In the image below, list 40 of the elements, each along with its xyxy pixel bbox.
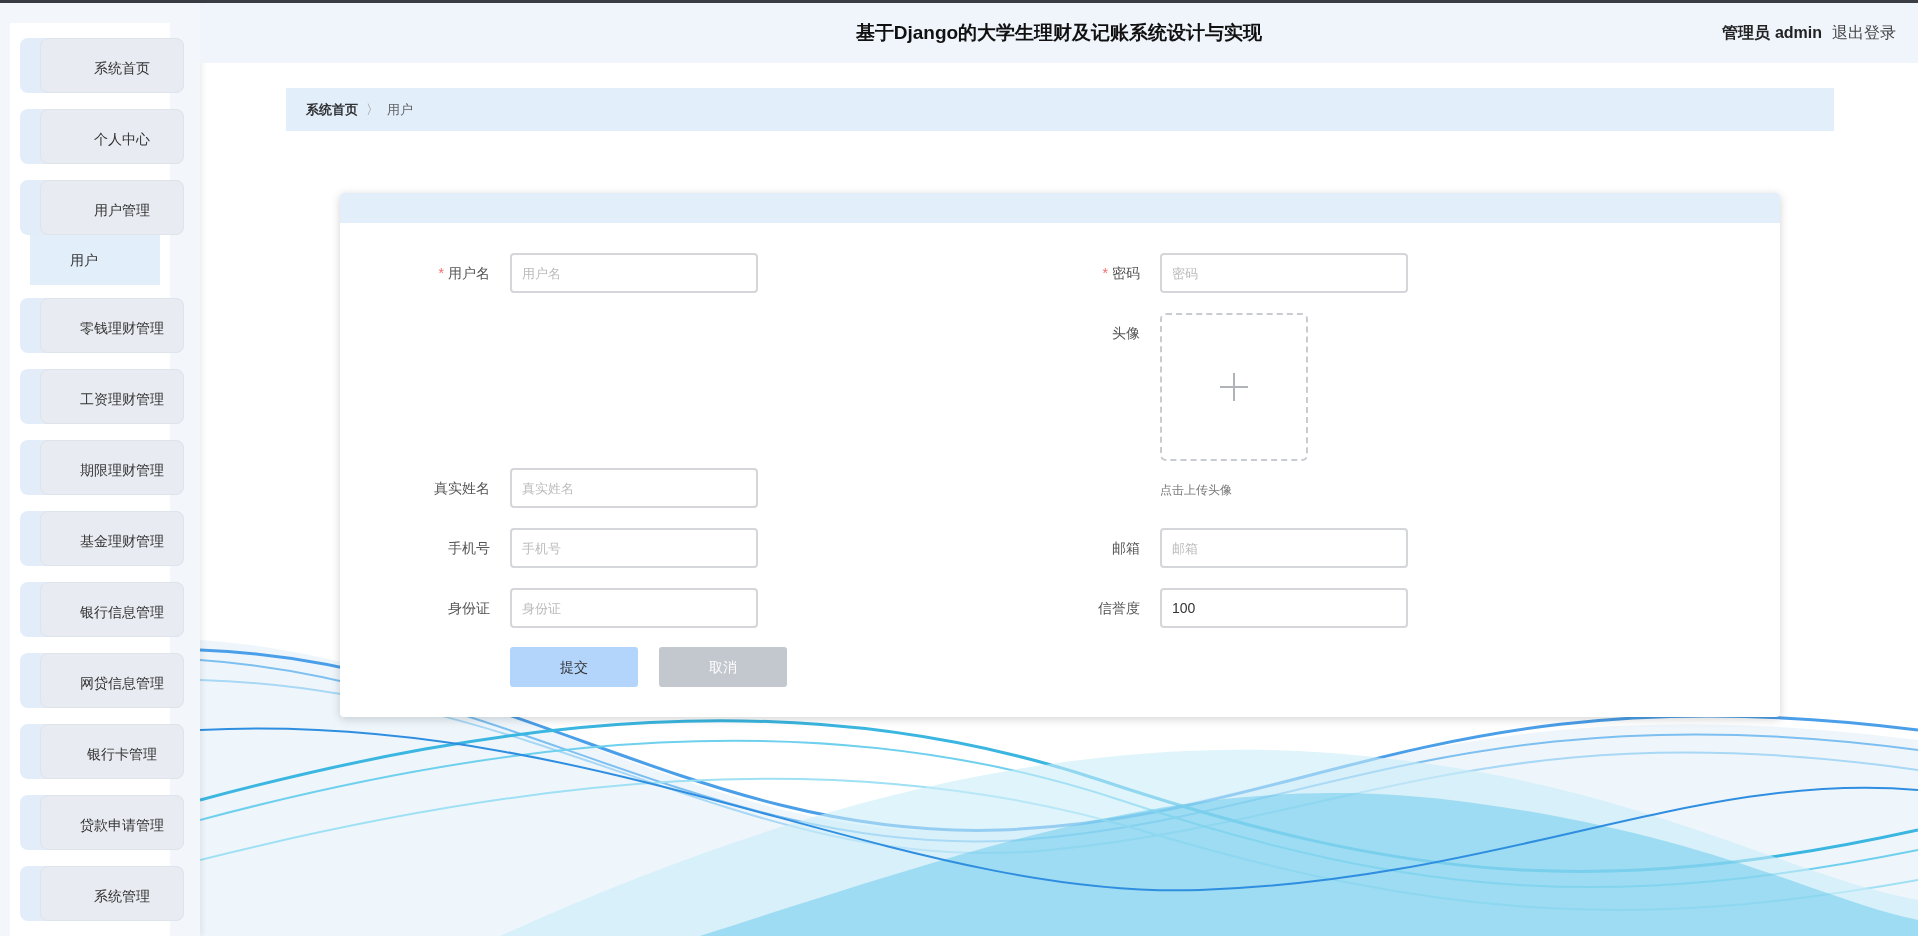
plus-icon [1220, 373, 1248, 401]
menu-item[interactable]: 系统首页 [20, 38, 184, 93]
text-field[interactable]: 身份证 [510, 588, 758, 628]
user-name: 管理员 admin [1722, 23, 1822, 43]
field-label: 邮箱 [1112, 538, 1140, 558]
menu-item[interactable]: 系统管理 [20, 866, 184, 921]
submenu-item[interactable]: 用户 [30, 235, 160, 285]
field-label: 密码 [1112, 263, 1140, 283]
text-field[interactable]: 用户名 [510, 253, 758, 293]
field-label: 头像 [1112, 323, 1140, 343]
form-button[interactable]: 提交 [510, 647, 638, 687]
menu-item[interactable]: 零钱理财管理 [20, 298, 184, 353]
logout-link[interactable]: 退出登录 [1832, 21, 1896, 45]
menu-item[interactable]: 基金理财管理 [20, 511, 184, 566]
text-field[interactable]: 手机号 [510, 528, 758, 568]
image-upload[interactable] [1160, 313, 1308, 461]
field-label: 手机号 [448, 538, 490, 558]
menu-item[interactable]: 网贷信息管理 [20, 653, 184, 708]
menu-item[interactable]: 工资理财管理 [20, 369, 184, 424]
menu-item[interactable]: 贷款申请管理 [20, 795, 184, 850]
field-label: 信誉度 [1098, 598, 1140, 618]
field-label: 用户名 [448, 263, 490, 283]
text-field[interactable]: 100 [1160, 588, 1408, 628]
menu-item[interactable]: 银行信息管理 [20, 582, 184, 637]
required-mark: * [1102, 263, 1108, 283]
upload-hint: 点击上传头像 [1160, 482, 1233, 499]
breadcrumb-link[interactable]: 系统首页 [306, 99, 358, 120]
menu-item[interactable]: 期限理财管理 [20, 440, 184, 495]
field-label: 身份证 [448, 598, 490, 618]
text-field[interactable]: 真实姓名 [510, 468, 758, 508]
app-title: 基于Django的大学生理财及记账系统设计与实现 [855, 20, 1263, 45]
required-mark: * [438, 263, 444, 283]
text-field[interactable]: 邮箱 [1160, 528, 1408, 568]
field-label: 真实姓名 [434, 478, 490, 498]
breadcrumb-separator: 〉 [366, 100, 379, 119]
breadcrumb-link[interactable]: 用户 [387, 99, 413, 120]
menu-item[interactable]: 用户管理 [20, 180, 184, 235]
menu-item[interactable]: 个人中心 [20, 109, 184, 164]
menu-item[interactable]: 银行卡管理 [20, 724, 184, 779]
text-field[interactable]: 密码 [1160, 253, 1408, 293]
